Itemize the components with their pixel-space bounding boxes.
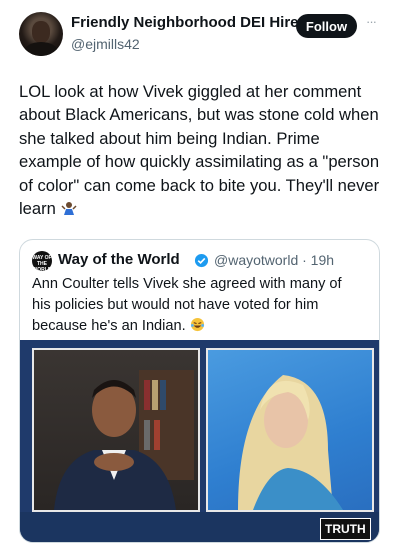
video-media[interactable]: TRUTH <box>20 340 379 542</box>
quote-text: Ann Coulter tells Vivek she agreed with … <box>32 274 362 337</box>
blonde-woman-image <box>238 375 343 510</box>
quote-body: Ann Coulter tells Vivek she agreed with … <box>32 276 342 334</box>
avatar-shoulders <box>24 42 58 56</box>
video-panel-right <box>206 348 374 512</box>
tweet-body: LOL look at how Vivek giggled at her com… <box>19 82 380 219</box>
laughing-tears-emoji <box>190 317 204 332</box>
truth-watermark: TRUTH <box>320 518 371 540</box>
author-name[interactable]: Friendly Neighborhood DEI Hire <box>71 14 299 31</box>
man-in-suit-image <box>54 370 194 510</box>
quote-author-name[interactable]: Way of the World <box>58 251 180 268</box>
follow-button[interactable]: Follow <box>296 14 357 38</box>
video-panel-left <box>32 348 200 512</box>
author-handle[interactable]: @ejmills42 <box>71 36 140 52</box>
quote-handle-time[interactable]: @wayotworld · 19h <box>214 252 334 268</box>
author-avatar[interactable] <box>19 12 63 56</box>
tweet-text: LOL look at how Vivek giggled at her com… <box>19 80 387 220</box>
verified-badge-icon <box>194 253 209 268</box>
quote-avatar[interactable]: WAY OF THE WORLD <box>32 251 52 273</box>
quoted-tweet[interactable]: WAY OF THE WORLD Way of the World @wayot… <box>19 239 380 543</box>
avatar-face <box>32 21 50 43</box>
more-options-icon[interactable]: ··· <box>366 14 377 29</box>
person-shrugging-emoji <box>61 202 77 216</box>
